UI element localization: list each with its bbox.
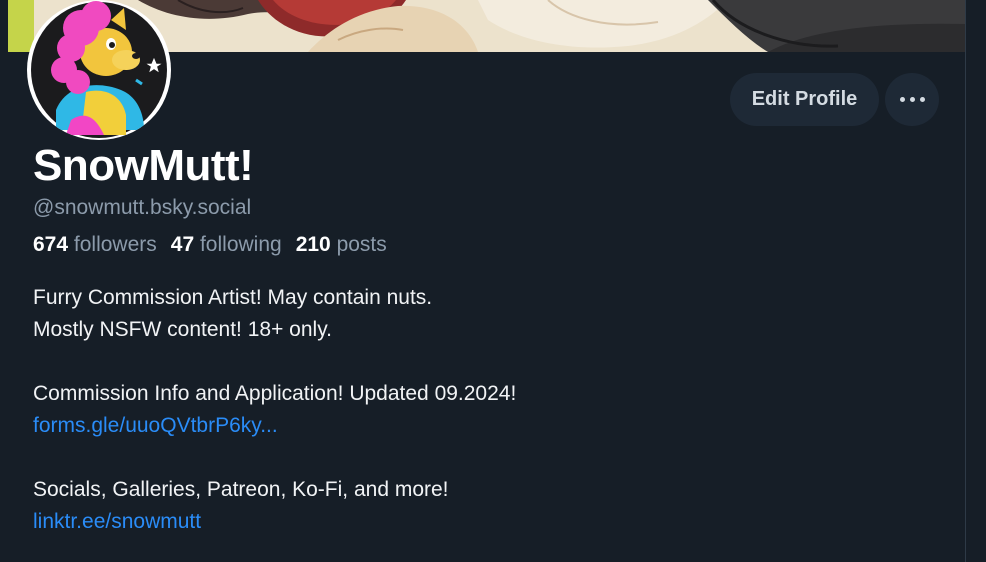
more-options-button[interactable] bbox=[885, 73, 939, 126]
profile-bio: Furry Commission Artist! May contain nut… bbox=[33, 282, 516, 538]
bio-line: Socials, Galleries, Patreon, Ko-Fi, and … bbox=[33, 478, 449, 501]
display-name: SnowMutt! bbox=[33, 141, 254, 190]
bio-line: Furry Commission Artist! May contain nut… bbox=[33, 286, 433, 309]
following-count: 47 bbox=[170, 233, 195, 256]
following-label: following bbox=[199, 233, 282, 256]
bio-blank-line bbox=[33, 442, 516, 474]
avatar-image bbox=[27, 0, 171, 140]
profile-page: Edit Profile SnowMutt! @snowmutt.bsky.so… bbox=[0, 0, 986, 562]
posts-label: posts bbox=[336, 233, 387, 256]
profile-handle: @snowmutt.bsky.social bbox=[33, 196, 252, 219]
bio-line: Mostly NSFW content! 18+ only. bbox=[33, 318, 332, 341]
followers-count: 674 bbox=[33, 233, 69, 256]
right-gutter bbox=[966, 0, 986, 562]
bio-blank-line bbox=[33, 346, 516, 378]
posts-count: 210 bbox=[295, 233, 331, 256]
followers-stat[interactable]: 674 followers bbox=[33, 233, 157, 257]
posts-stat: 210 posts bbox=[296, 233, 387, 257]
edit-profile-button[interactable]: Edit Profile bbox=[730, 73, 879, 126]
ellipsis-horizontal-icon bbox=[897, 97, 927, 102]
followers-label: followers bbox=[73, 233, 157, 256]
profile-stats: 674 followers 47 following 210 posts bbox=[33, 233, 387, 257]
bio-line: Commission Info and Application! Updated… bbox=[33, 382, 517, 405]
avatar[interactable] bbox=[26, 0, 172, 140]
following-stat[interactable]: 47 following bbox=[171, 233, 282, 257]
left-gutter bbox=[0, 0, 8, 562]
edit-profile-label: Edit Profile bbox=[751, 88, 858, 110]
commission-form-link[interactable]: forms.gle/uuoQVtbrP6ky... bbox=[33, 410, 516, 442]
linktree-link[interactable]: linktr.ee/snowmutt bbox=[33, 506, 516, 538]
